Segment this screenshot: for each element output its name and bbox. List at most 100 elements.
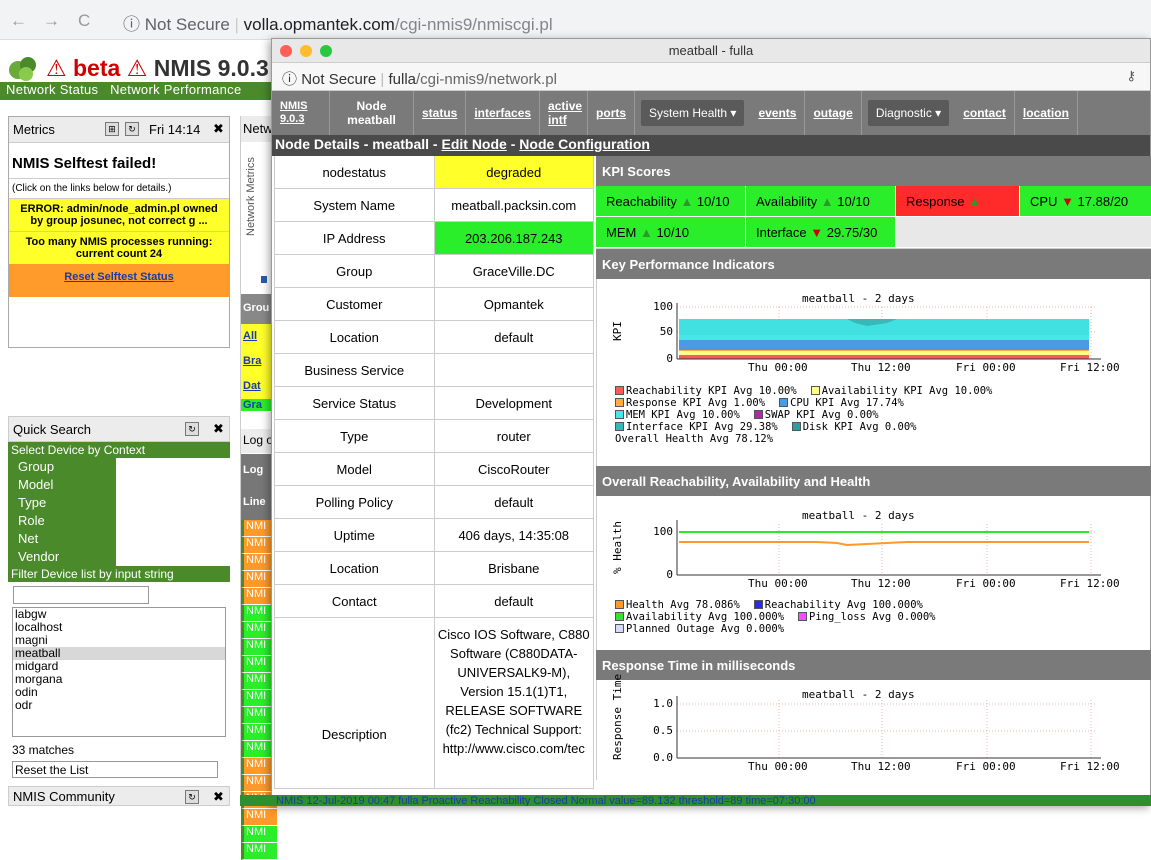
forward-button[interactable]: → (43, 11, 60, 31)
back-button[interactable]: ← (10, 11, 27, 31)
node-detail-label: System Name (275, 189, 435, 221)
legend-swatch (615, 600, 624, 609)
kpi-arrow-icon: ▼ (1061, 194, 1074, 209)
node-detail-row: Model CiscoRouter (274, 453, 594, 486)
menu-item[interactable]: Node meatball (330, 91, 414, 135)
node-detail-label: IP Address (275, 222, 435, 254)
legend-text: Availability KPI Avg 10.00% (821, 385, 993, 397)
node-detail-label: Model (275, 453, 435, 485)
refresh-icon[interactable]: ↻ (185, 790, 199, 804)
menu-item[interactable]: Diagnostic ▾ (867, 100, 950, 126)
refresh-icon[interactable]: ↻ (185, 422, 199, 436)
close-icon[interactable]: ✖ (213, 421, 224, 437)
context-item[interactable]: Role (8, 512, 116, 530)
reload-button[interactable]: C (78, 11, 90, 31)
legend-text: Overall Health Avg 78.12% (615, 433, 774, 445)
minimize-window-button[interactable] (300, 45, 312, 57)
right-panels: KPI Scores Reachability ▲ 10/10 Availabil… (596, 156, 1151, 780)
node-detail-label: Description (275, 618, 435, 788)
legend-swatch (615, 422, 624, 431)
legend-swatch (615, 410, 624, 419)
context-item[interactable]: Type (8, 494, 116, 512)
device-option[interactable]: odr (13, 699, 225, 712)
menu-item[interactable]: location (1015, 91, 1078, 135)
kpi-score-label: Response (906, 194, 969, 209)
nmis-community-header: NMIS Community ↻ ✖ (8, 786, 230, 806)
reset-selftest-link[interactable]: Reset Selftest Status (64, 271, 173, 283)
not-secure-label: Not Secure (144, 15, 230, 34)
device-option[interactable]: odin (13, 686, 225, 699)
kpi-arrow-icon: ▲ (639, 225, 653, 240)
node-details-header: Node Details - meatball - Edit Node - No… (272, 135, 1150, 156)
address-bar[interactable]: ⓘ Not Secure | volla.opmantek.com/cgi-nm… (123, 10, 553, 35)
nmis-version: NMIS 9.0.3 - (153, 55, 283, 81)
kpi-band (679, 335, 1089, 340)
node-detail-label: Location (275, 552, 435, 584)
context-item[interactable]: Vendor (8, 548, 116, 566)
node-detail-value: router (434, 420, 594, 452)
close-icon[interactable]: ✖ (213, 121, 224, 137)
menu-item[interactable]: active intf (540, 91, 589, 135)
expand-icon[interactable]: ⊞ (105, 122, 119, 136)
menu-item[interactable]: NMIS 9.0.3 (272, 91, 330, 135)
legend-swatch (615, 398, 624, 407)
node-details-prefix: Node Details - meatball - (275, 136, 442, 152)
menu-item[interactable]: status (414, 91, 467, 135)
legend-text: SWAP KPI Avg 0.00% (764, 409, 879, 421)
nav-network-performance[interactable]: Network Performance (110, 82, 241, 97)
nav-network-status[interactable]: Network Status (6, 82, 98, 97)
menu-item[interactable]: outage (805, 91, 862, 135)
kpi-score-cell: Availability ▲ 10/10 (746, 186, 896, 217)
edit-node-link[interactable]: Edit Node (441, 136, 506, 152)
filter-label: Filter Device list by input string (8, 566, 230, 582)
node-detail-row: Business Service (274, 354, 594, 387)
response-graph[interactable]: meatball - 2 days Response Time 1.0 0.5 0.0 T… (596, 674, 1151, 780)
reset-list-button[interactable]: Reset the List (12, 761, 218, 778)
x-tick-label: Fri 00:00 (956, 760, 1016, 773)
context-item[interactable]: Group (8, 458, 116, 476)
menu-item[interactable]: contact (955, 91, 1015, 135)
device-list[interactable]: labgw localhost magni meatball midgard morgan… (12, 607, 226, 737)
health-graph[interactable]: meatball - 2 days% Health 100 0 Thu 00:00 Th… (596, 496, 1151, 650)
kpi-score-value: 10/10 (693, 194, 730, 209)
node-configuration-link[interactable]: Node Configuration (519, 136, 650, 152)
legend-row: Health Avg 78.086% Reachability Avg 100.0… (615, 599, 935, 611)
y-tick-label: 100 (653, 300, 673, 313)
node-detail-label: Group (275, 255, 435, 287)
kpi-score-cell: Reachability ▲ 10/10 (596, 186, 746, 217)
node-detail-label: Contact (275, 585, 435, 617)
menu-item[interactable]: ports (588, 91, 636, 135)
node-detail-value: 406 days, 14:35:08 (434, 519, 594, 551)
close-icon[interactable]: ✖ (213, 789, 224, 805)
kpi-score-label: Reachability (606, 194, 681, 209)
y-tick-label: 0.0 (653, 751, 673, 764)
node-detail-row: Uptime 406 days, 14:35:08 (274, 519, 594, 552)
context-item[interactable]: Net (8, 530, 116, 548)
legend-text: Ping_loss Avg 0.000% (809, 611, 936, 623)
kpi-band (679, 351, 1089, 355)
refresh-icon[interactable]: ↻ (125, 122, 139, 136)
legend-text: Availability Avg 100.000% (626, 611, 785, 623)
nmis-title: ⚠ beta ⚠ NMIS 9.0.3 - (46, 55, 283, 82)
close-window-button[interactable] (280, 45, 292, 57)
menu-item[interactable]: System Health ▾ (641, 100, 745, 126)
menu-item[interactable]: events (750, 91, 806, 135)
zoom-window-button[interactable] (320, 45, 332, 57)
filter-input[interactable] (13, 586, 149, 604)
context-item[interactable]: Model (8, 476, 116, 494)
x-tick-label: Thu 00:00 (748, 577, 808, 590)
kpi-graph[interactable]: meatball - 2 days KPI 100 50 0 Thu 00:00 Thu 1… (596, 279, 1151, 466)
metrics-time: Fri 14:14 (149, 122, 201, 137)
device-option[interactable]: morgana (13, 673, 225, 686)
graph-legend: Reachability KPI Avg 10.00% Availability … (615, 385, 992, 445)
info-icon: ⓘ (123, 15, 140, 34)
node-detail-value: 203.206.187.243 (434, 222, 594, 254)
legend-swatch (810, 386, 820, 395)
kpi-arrow-icon: ▲ (820, 194, 834, 209)
menu-item[interactable]: interfaces (466, 91, 541, 135)
node-detail-label: Uptime (275, 519, 435, 551)
legend-row: MEM KPI Avg 10.00% SWAP KPI Avg 0.00% (615, 409, 992, 421)
legend-row: Interface KPI Avg 29.38% Disk KPI Avg 0.0… (615, 421, 992, 433)
popup-address-bar[interactable]: ⓘ Not Secure | fulla/cgi-nmis9/network.p… (272, 63, 1150, 91)
node-detail-row: nodestatus degraded (274, 156, 594, 189)
